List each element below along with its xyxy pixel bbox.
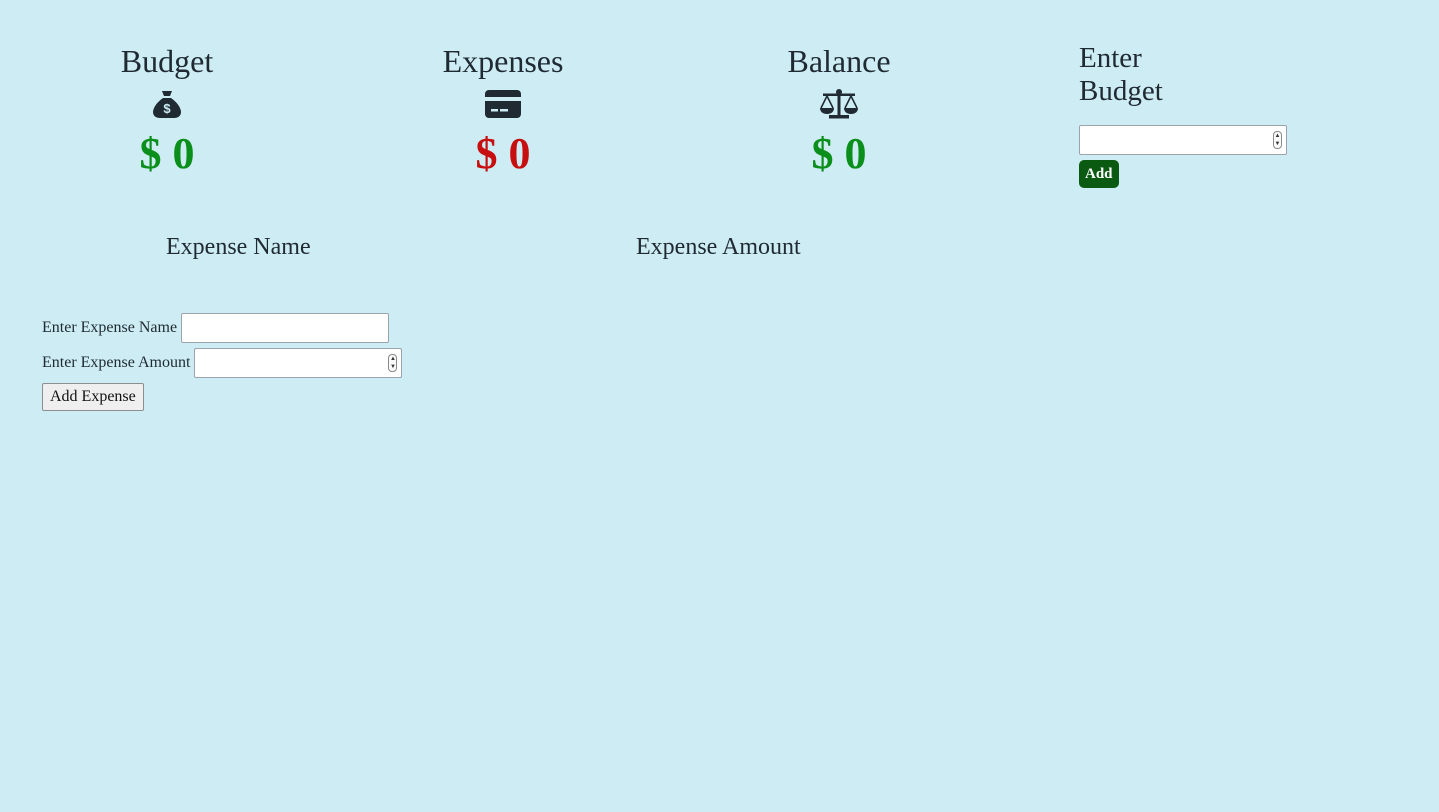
balance-amount: $ 0 [811, 129, 867, 178]
enter-budget-title: Enter Budget [1079, 42, 1163, 107]
add-budget-button[interactable]: Add [1079, 160, 1119, 188]
budget-input[interactable] [1080, 126, 1270, 154]
svg-text:$: $ [163, 101, 171, 116]
expenses-card: Expenses $ 0 [393, 40, 613, 182]
budget-title: Budget [120, 43, 214, 79]
expense-name-input[interactable] [181, 313, 390, 343]
budget-form: Enter Budget ▲ ▼ Add [1079, 42, 1299, 188]
expense-name-label: Enter Expense Name [42, 319, 178, 336]
expense-amount-input[interactable] [195, 349, 386, 377]
balance-scale-icon [729, 84, 949, 124]
expense-amount-header: Expense Amount [636, 234, 801, 260]
chevron-down-icon: ▼ [1274, 141, 1281, 147]
budget-stepper[interactable]: ▲ ▼ [1273, 131, 1282, 149]
chevron-up-icon: ▲ [389, 356, 396, 362]
expense-amount-stepper[interactable]: ▲ ▼ [388, 354, 398, 372]
expenses-amount: $ 0 [475, 129, 531, 178]
credit-card-icon [393, 84, 613, 124]
balance-title: Balance [787, 43, 891, 79]
expense-name-header: Expense Name [166, 234, 311, 260]
budget-card: Budget $ $ 0 [57, 40, 277, 182]
chevron-down-icon: ▼ [389, 364, 396, 370]
expense-amount-wrapper: ▲ ▼ [194, 348, 403, 378]
expense-amount-label: Enter Expense Amount [42, 354, 191, 371]
money-bag-icon: $ [57, 84, 277, 124]
budget-amount: $ 0 [139, 129, 195, 178]
budget-input-wrapper: ▲ ▼ [1079, 125, 1287, 155]
balance-card: Balance $ 0 [729, 40, 949, 182]
expenses-title: Expenses [442, 43, 564, 79]
expense-name-row: Enter Expense Name [42, 313, 402, 343]
expense-amount-row: Enter Expense Amount ▲ ▼ [42, 348, 403, 378]
chevron-up-icon: ▲ [1274, 133, 1281, 139]
expense-form: Enter Expense Name Enter Expense Amount … [42, 313, 403, 411]
add-expense-button[interactable]: Add Expense [42, 383, 144, 411]
